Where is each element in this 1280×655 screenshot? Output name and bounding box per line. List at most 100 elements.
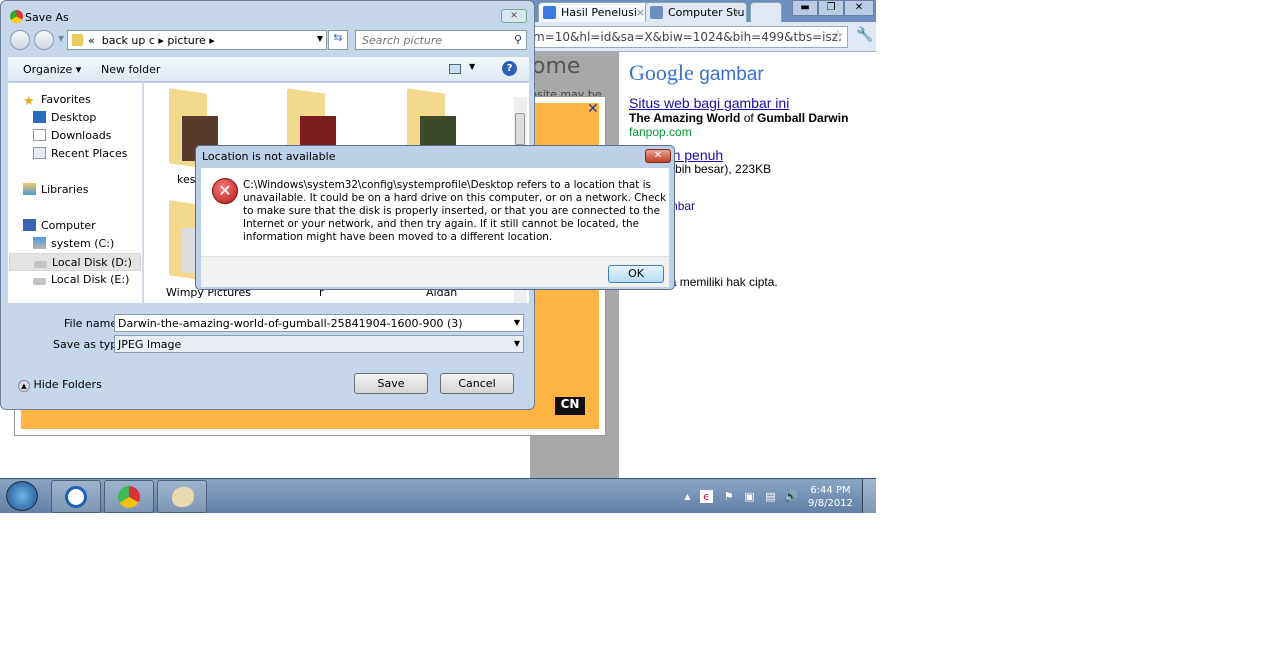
view-icon[interactable]	[449, 64, 461, 74]
organize-button[interactable]: Organize ▾	[23, 63, 81, 76]
nav-local-disk-e[interactable]: Local Disk (E:)	[33, 271, 129, 289]
restore-button[interactable]: ❐	[818, 0, 844, 16]
breadcrumb-overflow: «	[88, 34, 95, 47]
error-message: C:\Windows\system32\config\systemprofile…	[243, 179, 667, 243]
cancel-button[interactable]: Cancel	[440, 373, 514, 394]
google-gambar-logo: Google gambar	[629, 60, 764, 86]
star-icon: ★	[23, 94, 35, 109]
nav-recent-places[interactable]: Recent Places	[33, 145, 128, 163]
drive-icon	[34, 261, 47, 268]
nav-desktop[interactable]: Desktop	[33, 109, 96, 127]
desktop-icon	[33, 111, 46, 123]
tab-computer-stu[interactable]: Computer Stu ×	[645, 2, 747, 22]
google-icon	[543, 6, 556, 19]
start-button[interactable]	[6, 481, 38, 511]
folder-icon	[72, 34, 83, 46]
gambar-label: gambar	[699, 64, 764, 85]
power-icon[interactable]: ▣	[743, 490, 756, 503]
minimize-button[interactable]: ▬	[792, 0, 818, 16]
breadcrumb-back-up-c[interactable]: back up c	[102, 34, 155, 47]
clock[interactable]: 6:44 PM 9/8/2012	[808, 484, 853, 510]
address-breadcrumb[interactable]: « back up c ▸ picture ▸ ▼	[67, 30, 327, 50]
paint-icon	[172, 487, 194, 507]
close-button[interactable]: ✕	[645, 149, 671, 163]
taskbar-paint[interactable]	[157, 480, 207, 513]
breadcrumb-picture[interactable]: picture	[167, 34, 205, 47]
site-title: The Amazing World of Gumball Darwin	[629, 111, 849, 125]
save-button[interactable]: Save	[354, 373, 428, 394]
save-options: File name: Darwin-the-amazing-world-of-g…	[8, 304, 529, 404]
new-folder-button[interactable]: New folder	[101, 63, 160, 76]
save-type-select[interactable]: JPEG Image ▼	[114, 335, 524, 353]
search-input[interactable]: Search picture ⚲	[355, 30, 527, 50]
recent-locations-dropdown[interactable]: ▼	[58, 34, 64, 43]
navigation-pane: ★ Favorites Desktop Downloads Recent Plac…	[8, 83, 143, 303]
computer-icon	[23, 219, 36, 231]
nav-system-c[interactable]: system (C:)	[33, 235, 114, 253]
close-preview-icon[interactable]: ✕	[587, 101, 599, 117]
libraries-icon	[23, 183, 36, 195]
network-icon[interactable]: ▤	[764, 490, 777, 503]
address-bar[interactable]: m=10&hl=id&sa=X&biw=1024&bih=499&tbs=isz…	[530, 26, 848, 48]
site-domain: fanpop.com	[629, 125, 692, 139]
date: 9/8/2012	[808, 498, 853, 509]
file-name-input[interactable]: Darwin-the-amazing-world-of-gumball-2584…	[114, 314, 524, 332]
wrench-icon[interactable]: 🔧	[856, 27, 873, 43]
scrollbar-thumb[interactable]	[515, 113, 525, 145]
address-dropdown-icon[interactable]: ▼	[317, 34, 323, 43]
app-tray-icon[interactable]: ϵ	[700, 490, 713, 503]
dialog-title: Save As	[25, 11, 69, 24]
nav-libraries[interactable]: Libraries	[23, 181, 89, 199]
toolbar: m=10&hl=id&sa=X&biw=1024&bih=499&tbs=isz…	[530, 22, 876, 52]
dialog-toolbar: Organize ▾ New folder ▼ ?	[8, 57, 529, 82]
help-icon[interactable]: ?	[502, 61, 517, 76]
show-hidden-icons[interactable]: ▲	[681, 490, 694, 503]
nav-local-disk-d[interactable]: Local Disk (D:)	[9, 253, 141, 271]
close-tab-icon[interactable]: ×	[636, 6, 645, 19]
forward-button[interactable]	[34, 30, 54, 50]
new-tab-button[interactable]	[750, 2, 782, 22]
back-button[interactable]	[10, 30, 30, 50]
close-tab-icon[interactable]: ×	[733, 6, 742, 19]
drive-icon	[33, 237, 46, 249]
nav-favorites[interactable]: ★ Favorites	[23, 91, 91, 109]
ccleaner-icon	[65, 486, 87, 508]
error-icon: ✕	[212, 178, 238, 204]
url-text: m=10&hl=id&sa=X&biw=1024&bih=499&tbs=isz…	[533, 30, 843, 44]
refresh-icon[interactable]: ⇆	[328, 30, 348, 50]
chrome-icon	[118, 486, 140, 508]
action-center-flag-icon[interactable]: ⚑	[722, 490, 735, 503]
location-error-dialog: Location is not available ✕ ✕ C:\Windows…	[195, 145, 675, 290]
file-name-label: File name:	[64, 317, 121, 330]
hide-folders-button[interactable]: ▲ Hide Folders	[18, 378, 102, 392]
close-button[interactable]: ✕	[501, 9, 527, 23]
drive-icon	[33, 278, 46, 285]
taskbar-ccleaner[interactable]	[51, 480, 101, 513]
page-heading: ome	[532, 54, 581, 79]
time: 6:44 PM	[810, 485, 851, 496]
tab-hasil-penelusuran[interactable]: Hasil Penelusi ×	[538, 2, 650, 22]
bookmark-star-icon[interactable]: ☆	[831, 28, 844, 44]
search-placeholder: Search picture	[362, 34, 443, 47]
search-icon[interactable]: ⚲	[514, 33, 522, 46]
dialog-title: Location is not available	[202, 150, 336, 163]
dialog-body: ✕ C:\Windows\system32\config\systemprofi…	[201, 168, 669, 256]
nav-computer[interactable]: Computer	[23, 217, 96, 235]
show-desktop-button[interactable]	[862, 479, 876, 513]
nav-downloads[interactable]: Downloads	[33, 127, 111, 145]
taskbar: ▲ ϵ ⚑ ▣ ▤ 🔊 6:44 PM 9/8/2012	[0, 478, 876, 513]
chrome-icon	[10, 10, 23, 23]
view-dropdown-icon[interactable]: ▼	[469, 62, 475, 71]
desktop-screen: Hasil Penelusi × Computer Stu × ▬ ❐ ✕ m=…	[0, 0, 876, 513]
volume-icon[interactable]: 🔊	[784, 490, 798, 503]
site-link[interactable]: Situs web bagi gambar ini	[629, 95, 789, 111]
close-window-button[interactable]: ✕	[844, 0, 874, 16]
taskbar-chrome[interactable]	[104, 480, 154, 513]
tab-label: Hasil Penelusi	[561, 6, 637, 19]
downloads-icon	[33, 129, 46, 141]
dialog-footer: OK	[201, 256, 669, 287]
tab-strip: Hasil Penelusi × Computer Stu × ▬ ❐ ✕	[530, 0, 876, 22]
cartoon-network-logo: CN	[555, 397, 585, 415]
site-icon	[650, 6, 663, 19]
ok-button[interactable]: OK	[608, 265, 664, 283]
